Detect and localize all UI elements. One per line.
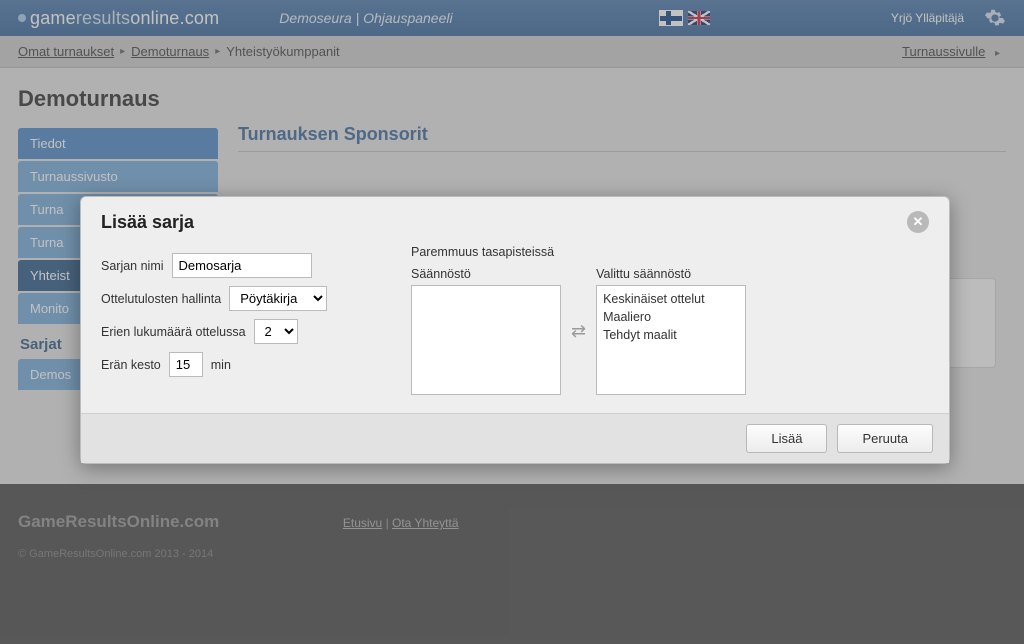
periods-select[interactable]: 2: [254, 319, 298, 344]
selected-rules: Valittu säännöstö Keskinäiset ottelut Ma…: [596, 267, 746, 395]
dual-list: Säännöstö ⇄ Valittu säännöstö Keskinäise…: [411, 267, 929, 395]
dialog-footer: Lisää Peruuta: [81, 413, 949, 463]
add-button[interactable]: Lisää: [746, 424, 827, 453]
swap-icon[interactable]: ⇄: [571, 321, 586, 342]
results-mgmt-label: Ottelutulosten hallinta: [101, 292, 221, 306]
tiebreak-column: Paremmuus tasapisteissä Säännöstö ⇄ Vali…: [411, 245, 929, 395]
tiebreak-title: Paremmuus tasapisteissä: [411, 245, 929, 259]
dialog-title: Lisää sarja: [101, 212, 194, 233]
dialog-header: Lisää sarja ✕: [81, 197, 949, 239]
selected-rules-label: Valittu säännöstö: [596, 267, 746, 281]
series-name-label: Sarjan nimi: [101, 259, 164, 273]
duration-unit: min: [211, 358, 231, 372]
list-item[interactable]: Tehdyt maalit: [603, 326, 739, 344]
series-name-input[interactable]: [172, 253, 312, 278]
duration-input[interactable]: [169, 352, 203, 377]
dialog-body: Sarjan nimi Ottelutulosten hallinta Pöyt…: [81, 239, 949, 413]
available-rules-listbox[interactable]: [411, 285, 561, 395]
cancel-button[interactable]: Peruuta: [837, 424, 933, 453]
available-rules-label: Säännöstö: [411, 267, 561, 281]
periods-label: Erien lukumäärä ottelussa: [101, 325, 246, 339]
form-column: Sarjan nimi Ottelutulosten hallinta Pöyt…: [101, 245, 381, 385]
duration-label: Erän kesto: [101, 358, 161, 372]
results-mgmt-select[interactable]: Pöytäkirja: [229, 286, 327, 311]
list-item[interactable]: Keskinäiset ottelut: [603, 290, 739, 308]
close-icon[interactable]: ✕: [907, 211, 929, 233]
add-series-dialog: Lisää sarja ✕ Sarjan nimi Ottelutulosten…: [80, 196, 950, 464]
selected-rules-listbox[interactable]: Keskinäiset ottelut Maaliero Tehdyt maal…: [596, 285, 746, 395]
list-item[interactable]: Maaliero: [603, 308, 739, 326]
available-rules: Säännöstö: [411, 267, 561, 395]
